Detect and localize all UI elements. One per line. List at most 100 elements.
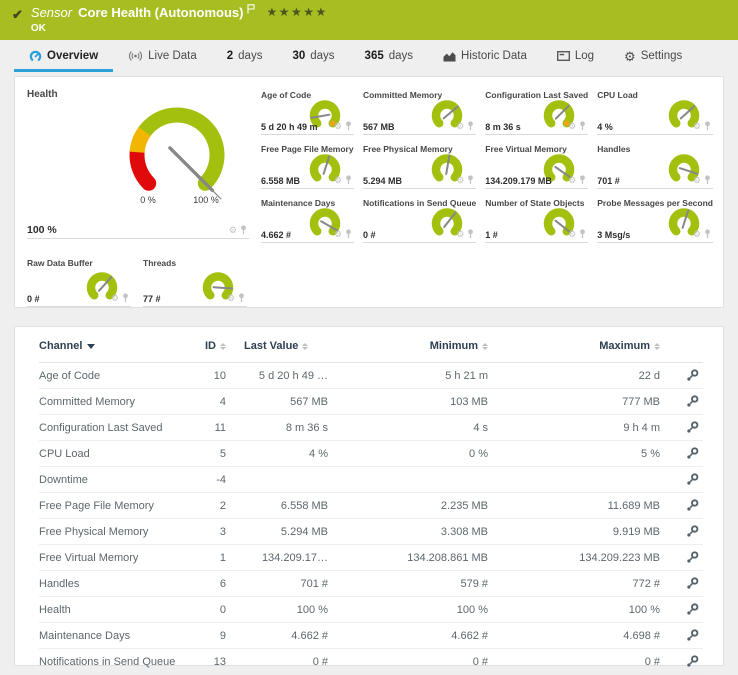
gauge-tile[interactable]: Free Virtual Memory 134.209.179 MB ⚙ — [485, 141, 588, 189]
channel-settings-icon[interactable] — [686, 395, 699, 408]
gauge-tile[interactable]: Age of Code 5 d 20 h 49 m ⚙ — [261, 87, 354, 135]
cell-id: 9 — [189, 623, 244, 649]
tab-settings[interactable]: ⚙ Settings — [609, 40, 697, 72]
column-header-channel[interactable]: Channel — [39, 331, 189, 363]
channel-settings-icon[interactable] — [686, 473, 699, 486]
pin-icon[interactable] — [345, 229, 352, 239]
gear-icon[interactable]: ⚙ — [334, 230, 342, 239]
gear-icon[interactable]: ⚙ — [568, 230, 576, 239]
gear-icon[interactable]: ⚙ — [568, 122, 576, 131]
broadcast-icon — [128, 50, 143, 62]
gauge-tile[interactable]: Free Page File Memory 6.558 MB ⚙ — [261, 141, 354, 189]
cell-channel[interactable]: Notifications in Send Queue — [39, 649, 189, 675]
channel-settings-icon[interactable] — [686, 499, 699, 512]
svg-text:100 %: 100 % — [193, 195, 219, 205]
column-header-last-value[interactable]: Last Value — [244, 331, 352, 363]
gauge-tile-health[interactable]: Health 0 %100 % 100 % ⚙ — [27, 87, 249, 239]
channel-settings-icon[interactable] — [686, 629, 699, 642]
gauge-tile[interactable]: CPU Load 4 % ⚙ — [597, 87, 713, 135]
cell-channel[interactable]: Downtime — [39, 467, 189, 493]
gauge-value: 1 # — [485, 230, 498, 240]
pin-icon[interactable] — [579, 229, 586, 239]
pin-icon[interactable] — [240, 225, 247, 235]
gauge-value: 6.558 MB — [261, 176, 300, 186]
tab-live-data[interactable]: Live Data — [113, 40, 212, 72]
gear-icon[interactable]: ⚙ — [456, 230, 464, 239]
channel-settings-icon[interactable] — [686, 369, 699, 382]
gauge-tile[interactable]: Free Physical Memory 5.294 MB ⚙ — [363, 141, 476, 189]
pin-icon[interactable] — [467, 121, 474, 131]
gear-icon[interactable]: ⚙ — [456, 176, 464, 185]
flag-icon[interactable] — [247, 4, 255, 14]
cell-maximum: 772 # — [512, 571, 684, 597]
cell-last-value: 5 d 20 h 49 … — [244, 363, 352, 389]
tab-30-days[interactable]: 30days — [277, 40, 349, 72]
sensor-header: ✔ Sensor Core Health (Autonomous) ★★★★★ … — [0, 0, 738, 40]
cell-channel[interactable]: Free Virtual Memory — [39, 545, 189, 571]
gauge-value: 567 MB — [363, 122, 395, 132]
pin-icon[interactable] — [345, 121, 352, 131]
gear-icon[interactable]: ⚙ — [111, 294, 119, 303]
gear-icon[interactable]: ⚙ — [693, 230, 701, 239]
column-header-maximum[interactable]: Maximum — [512, 331, 684, 363]
gear-icon[interactable]: ⚙ — [227, 294, 235, 303]
column-header-minimum[interactable]: Minimum — [352, 331, 512, 363]
cell-minimum: 4.662 # — [352, 623, 512, 649]
gauge-needle — [214, 287, 233, 288]
cell-channel[interactable]: Age of Code — [39, 363, 189, 389]
cell-channel[interactable]: Handles — [39, 571, 189, 597]
pin-icon[interactable] — [704, 229, 711, 239]
gauge-tile[interactable]: Notifications in Send Queue 0 # ⚙ — [363, 195, 476, 243]
gear-icon[interactable]: ⚙ — [334, 176, 342, 185]
channel-settings-icon[interactable] — [686, 525, 699, 538]
pin-icon[interactable] — [467, 175, 474, 185]
pin-icon[interactable] — [579, 121, 586, 131]
tab-log[interactable]: Log — [542, 40, 609, 72]
cell-channel[interactable]: Committed Memory — [39, 389, 189, 415]
gauge-tile[interactable]: Raw Data Buffer 0 # ⚙ — [27, 255, 131, 307]
column-header-id[interactable]: ID — [189, 331, 244, 363]
gear-icon[interactable]: ⚙ — [568, 176, 576, 185]
channel-settings-icon[interactable] — [686, 551, 699, 564]
gear-icon[interactable]: ⚙ — [456, 122, 464, 131]
tab-historic-data[interactable]: Historic Data — [428, 40, 542, 72]
channel-settings-icon[interactable] — [686, 655, 699, 668]
tab-365-days[interactable]: 365days — [350, 40, 428, 72]
gauge-tile[interactable]: Probe Messages per Second 3 Msg/s ⚙ — [597, 195, 713, 243]
channel-settings-icon[interactable] — [686, 421, 699, 434]
table-row: Free Page File Memory 2 6.558 MB 2.235 M… — [39, 493, 703, 519]
pin-icon[interactable] — [467, 229, 474, 239]
gauge-tile[interactable]: Handles 701 # ⚙ — [597, 141, 713, 189]
gear-icon[interactable]: ⚙ — [693, 122, 701, 131]
gauge-tile[interactable]: Number of State Objects 1 # ⚙ — [485, 195, 588, 243]
tab-2-days[interactable]: 2days — [212, 40, 278, 72]
pin-icon[interactable] — [704, 175, 711, 185]
cell-minimum — [352, 467, 512, 493]
table-row: Notifications in Send Queue 13 0 # 0 # 0… — [39, 649, 703, 675]
cell-channel[interactable]: Maintenance Days — [39, 623, 189, 649]
gauge-tile[interactable]: Committed Memory 567 MB ⚙ — [363, 87, 476, 135]
gauge-tile[interactable]: Maintenance Days 4.662 # ⚙ — [261, 195, 354, 243]
cell-id: 1 — [189, 545, 244, 571]
gear-icon[interactable]: ⚙ — [334, 122, 342, 131]
pin-icon[interactable] — [238, 293, 245, 303]
pin-icon[interactable] — [345, 175, 352, 185]
gauge-tile[interactable]: Threads 77 # ⚙ — [143, 255, 247, 307]
cell-channel[interactable]: Health — [39, 597, 189, 623]
gear-icon[interactable]: ⚙ — [693, 176, 701, 185]
priority-stars[interactable]: ★★★★★ — [267, 5, 328, 19]
pin-icon[interactable] — [122, 293, 129, 303]
tab-overview[interactable]: Overview — [14, 40, 113, 72]
cell-minimum: 2.235 MB — [352, 493, 512, 519]
channel-settings-icon[interactable] — [686, 603, 699, 616]
pin-icon[interactable] — [579, 175, 586, 185]
cell-channel[interactable]: Configuration Last Saved — [39, 415, 189, 441]
gear-icon[interactable]: ⚙ — [229, 226, 237, 235]
pin-icon[interactable] — [704, 121, 711, 131]
channel-settings-icon[interactable] — [686, 447, 699, 460]
cell-channel[interactable]: Free Page File Memory — [39, 493, 189, 519]
channel-settings-icon[interactable] — [686, 577, 699, 590]
cell-channel[interactable]: CPU Load — [39, 441, 189, 467]
gauge-tile[interactable]: Configuration Last Saved 8 m 36 s ⚙ — [485, 87, 588, 135]
cell-channel[interactable]: Free Physical Memory — [39, 519, 189, 545]
